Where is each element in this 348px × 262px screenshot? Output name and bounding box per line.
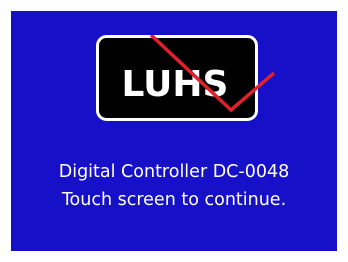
- product-line-text: Digital Controller DC-0048: [58, 162, 290, 182]
- logo-text: LUHS: [122, 64, 229, 105]
- luhs-logo: LUHS: [96, 35, 276, 135]
- screen-frame: LUHS Digital Controller DC-0048 Touch sc…: [0, 0, 348, 262]
- touch-screen[interactable]: LUHS Digital Controller DC-0048 Touch sc…: [11, 11, 337, 251]
- touch-instruction-text: Touch screen to continue.: [61, 190, 287, 210]
